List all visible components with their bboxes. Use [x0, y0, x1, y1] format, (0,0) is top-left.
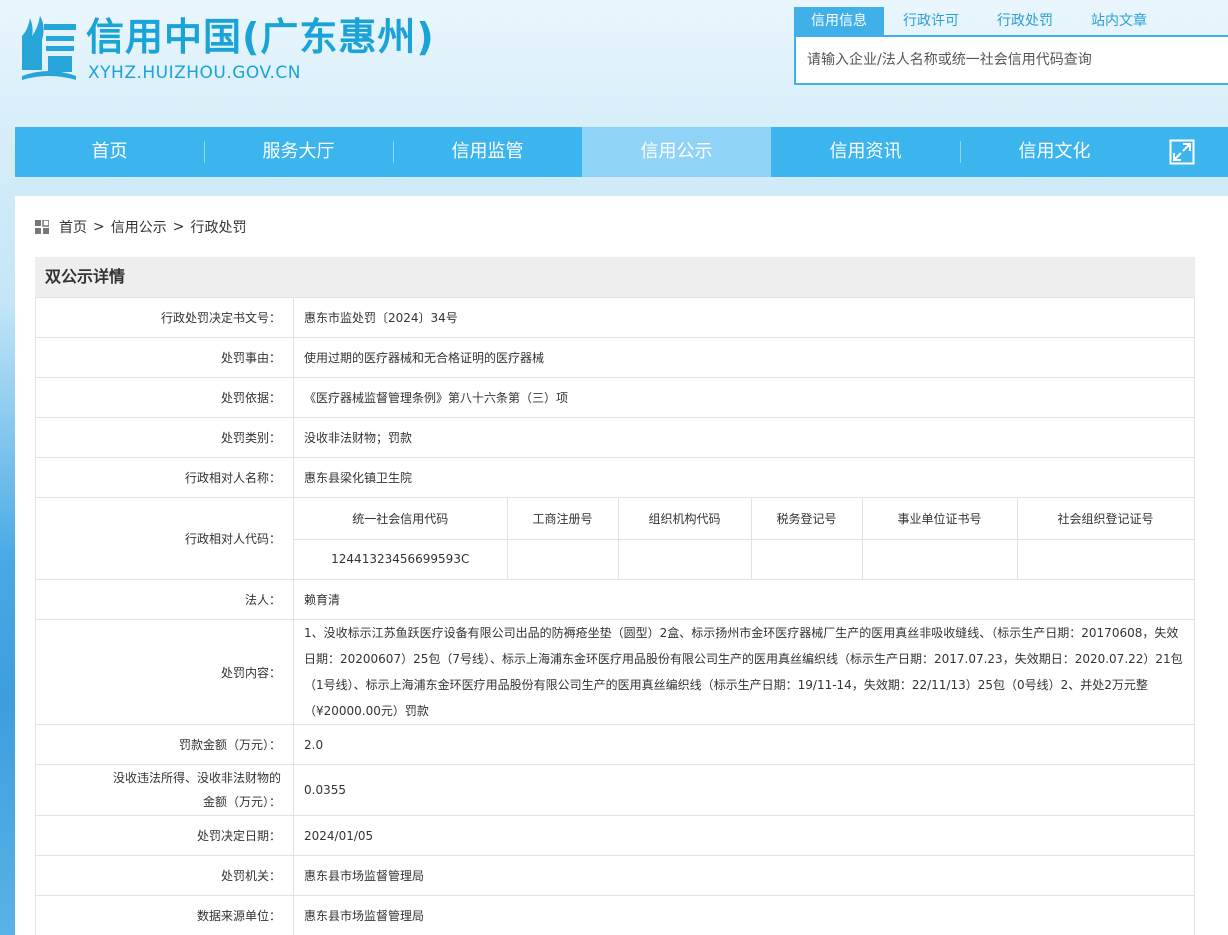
- site-header: 信用中国(广东惠州) XYHZ.HUIZHOU.GOV.CN 信用信息 行政许可…: [0, 0, 1228, 120]
- section-title: 双公示详情: [35, 257, 1195, 297]
- fine-value: 2.0: [293, 724, 1195, 765]
- code-value-social-org: [1017, 539, 1195, 579]
- party-code-table: 统一社会信用代码 工商注册号 组织机构代码 税务登记号 事业单位证书号 社会组织…: [294, 498, 1195, 579]
- party-code-value-row: 12441323456699593C: [294, 539, 1195, 579]
- code-value-business-reg: [507, 539, 619, 579]
- party-code-label: 行政相对人代码：: [35, 497, 294, 580]
- breadcrumb-home[interactable]: 首页: [59, 217, 87, 237]
- breadcrumb-separator: >: [93, 219, 105, 235]
- table-row: 处罚决定日期： 2024/01/05: [35, 815, 1195, 856]
- code-header-org-code: 组织机构代码: [618, 498, 752, 540]
- search-input[interactable]: [796, 37, 1228, 83]
- search-tab-credit-info[interactable]: 信用信息: [794, 7, 884, 35]
- legal-person-value: 赖育清: [293, 579, 1195, 620]
- nav-item-credit-supervision[interactable]: 信用监管: [393, 127, 582, 177]
- detail-table: 行政处罚决定书文号： 惠东市监处罚〔2024〕34号 处罚事由： 使用过期的医疗…: [35, 297, 1195, 935]
- confiscation-label: 没收违法所得、没收非法财物的金额（万元）：: [35, 764, 294, 816]
- confiscation-label-line2: 金额（万元）：: [202, 795, 281, 809]
- content-panel: 首页 > 信用公示 > 行政处罚 双公示详情 行政处罚决定书文号： 惠东市监处罚…: [15, 196, 1228, 935]
- code-value-uscc: 12441323456699593C: [294, 539, 508, 579]
- decision-no-value: 惠东市监处罚〔2024〕34号: [293, 297, 1195, 338]
- content-label: 处罚内容：: [35, 619, 294, 725]
- party-code-header-row: 统一社会信用代码 工商注册号 组织机构代码 税务登记号 事业单位证书号 社会组织…: [294, 498, 1195, 540]
- code-value-institution-cert: [862, 539, 1018, 579]
- table-row: 处罚机关： 惠东县市场监督管理局: [35, 855, 1195, 896]
- grid-icon: [35, 220, 49, 234]
- table-row: 罚款金额（万元）： 2.0: [35, 724, 1195, 765]
- expand-icon[interactable]: [1169, 139, 1195, 165]
- nav-item-credit-publicity[interactable]: 信用公示: [582, 127, 771, 177]
- table-row: 处罚类别： 没收非法财物；罚款: [35, 417, 1195, 458]
- table-row: 行政相对人代码： 统一社会信用代码 工商注册号 组织机构代码 税务登记号 事业单…: [35, 497, 1195, 580]
- category-label: 处罚类别：: [35, 417, 294, 458]
- basis-value: 《医疗器械监督管理条例》第八十六条第（三）项: [293, 377, 1195, 418]
- nav-item-credit-news[interactable]: 信用资讯: [771, 127, 960, 177]
- code-header-uscc: 统一社会信用代码: [294, 498, 508, 540]
- breadcrumb-admin-penalty[interactable]: 行政处罚: [190, 217, 246, 237]
- breadcrumb: 首页 > 信用公示 > 行政处罚: [35, 218, 246, 236]
- table-row: 行政相对人名称： 惠东县梁化镇卫生院: [35, 457, 1195, 498]
- table-row: 处罚内容： 1、没收标示江苏鱼跃医疗设备有限公司出品的防褥疮坐垫（圆型）2盒、标…: [35, 619, 1195, 725]
- category-value: 没收非法财物；罚款: [293, 417, 1195, 458]
- search-tabs: 信用信息 行政许可 行政处罚 站内文章: [794, 7, 1166, 35]
- content-value: 1、没收标示江苏鱼跃医疗设备有限公司出品的防褥疮坐垫（圆型）2盒、标示扬州市金环…: [293, 619, 1195, 725]
- search-tab-site-articles[interactable]: 站内文章: [1072, 7, 1166, 35]
- code-value-org-code: [618, 539, 752, 579]
- code-header-business-reg: 工商注册号: [507, 498, 619, 540]
- authority-label: 处罚机关：: [35, 855, 294, 896]
- authority-value: 惠东县市场监督管理局: [293, 855, 1195, 896]
- decision-date-value: 2024/01/05: [293, 815, 1195, 856]
- confiscation-value: 0.0355: [293, 764, 1195, 816]
- site-title[interactable]: 信用中国(广东惠州): [86, 12, 435, 62]
- decision-no-label: 行政处罚决定书文号：: [35, 297, 294, 338]
- table-row: 法人： 赖育清: [35, 579, 1195, 620]
- main-nav: 首页 服务大厅 信用监管 信用公示 信用资讯 信用文化: [15, 127, 1228, 177]
- nav-item-credit-culture[interactable]: 信用文化: [960, 127, 1149, 177]
- table-row: 处罚依据： 《医疗器械监督管理条例》第八十六条第（三）项: [35, 377, 1195, 418]
- source-label: 数据来源单位：: [35, 895, 294, 935]
- search-box: [794, 35, 1228, 85]
- fine-label: 罚款金额（万元）：: [35, 724, 294, 765]
- legal-person-label: 法人：: [35, 579, 294, 620]
- breadcrumb-credit-publicity[interactable]: 信用公示: [111, 217, 167, 237]
- table-row: 行政处罚决定书文号： 惠东市监处罚〔2024〕34号: [35, 297, 1195, 338]
- party-name-value: 惠东县梁化镇卫生院: [293, 457, 1195, 498]
- party-name-label: 行政相对人名称：: [35, 457, 294, 498]
- confiscation-label-line1: 没收违法所得、没收非法财物的: [112, 771, 281, 785]
- table-row: 数据来源单位： 惠东县市场监督管理局: [35, 895, 1195, 935]
- table-row: 没收违法所得、没收非法财物的金额（万元）： 0.0355: [35, 764, 1195, 816]
- breadcrumb-separator: >: [172, 219, 185, 235]
- party-code-cell: 统一社会信用代码 工商注册号 组织机构代码 税务登记号 事业单位证书号 社会组织…: [293, 497, 1195, 580]
- code-header-institution-cert: 事业单位证书号: [862, 498, 1018, 540]
- code-value-tax-reg: [751, 539, 863, 579]
- nav-item-home[interactable]: 首页: [15, 127, 204, 177]
- nav-item-service-hall[interactable]: 服务大厅: [204, 127, 393, 177]
- reason-value: 使用过期的医疗器械和无合格证明的医疗器械: [293, 337, 1195, 378]
- code-header-tax-reg: 税务登记号: [751, 498, 863, 540]
- search-tab-admin-license[interactable]: 行政许可: [884, 7, 978, 35]
- site-logo-icon[interactable]: [18, 10, 80, 88]
- code-header-social-org: 社会组织登记证号: [1017, 498, 1195, 540]
- table-row: 处罚事由： 使用过期的医疗器械和无合格证明的医疗器械: [35, 337, 1195, 378]
- site-url: XYHZ.HUIZHOU.GOV.CN: [88, 63, 301, 83]
- reason-label: 处罚事由：: [35, 337, 294, 378]
- source-value: 惠东县市场监督管理局: [293, 895, 1195, 935]
- basis-label: 处罚依据：: [35, 377, 294, 418]
- search-tab-admin-penalty[interactable]: 行政处罚: [978, 7, 1072, 35]
- decision-date-label: 处罚决定日期：: [35, 815, 294, 856]
